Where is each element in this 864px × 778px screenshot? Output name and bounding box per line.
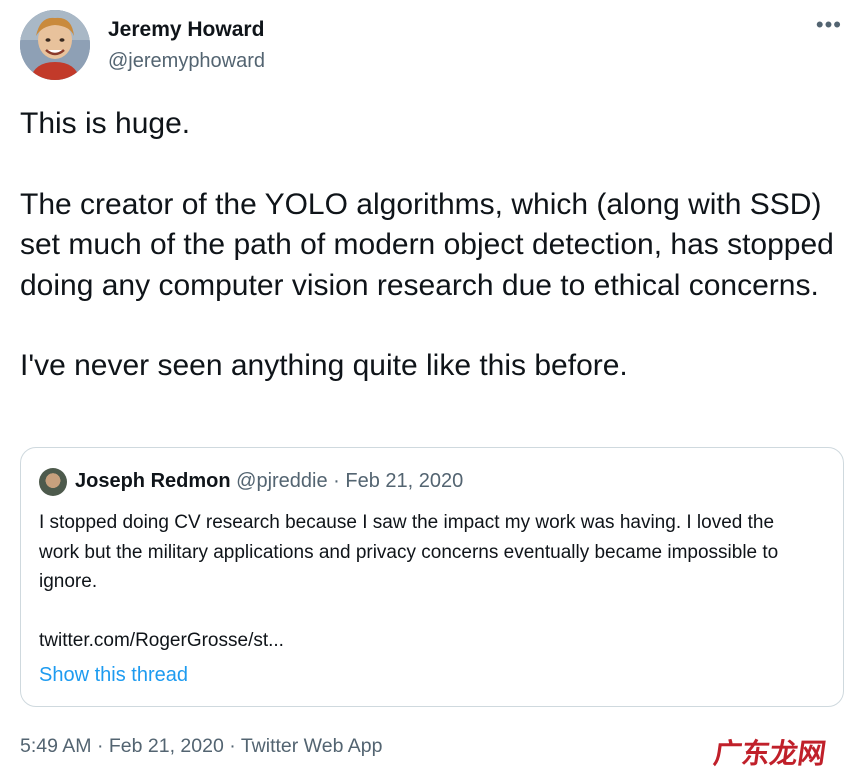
meta-separator: ·	[333, 470, 340, 492]
author-handle[interactable]: @jeremyphoward	[108, 50, 265, 73]
tweet-header: Jeremy Howard @jeremyphoward •••	[20, 10, 848, 82]
quoted-tweet-date: Feb 21, 2020	[345, 470, 464, 492]
tweet-paragraph: The creator of the YOLO algorithms, whic…	[20, 187, 834, 302]
watermark-logo: 广东龙网	[711, 737, 829, 770]
source-app[interactable]: Twitter Web App	[241, 735, 383, 757]
quoted-author-name: Joseph Redmon	[75, 470, 231, 492]
profile-photo-icon	[20, 10, 90, 80]
more-options-icon[interactable]: •••	[816, 12, 842, 38]
tweet-time[interactable]: 5:49 AM	[20, 735, 92, 757]
quoted-tweet-text: I stopped doing CV research because I sa…	[39, 512, 779, 592]
quoted-tweet-header: Joseph Redmon @pjreddie · Feb 21, 2020	[75, 470, 463, 493]
quoted-author-avatar	[39, 468, 67, 496]
quoted-author-handle: @pjreddie	[236, 470, 328, 492]
author-name[interactable]: Jeremy Howard	[108, 18, 264, 42]
quoted-tweet-card[interactable]: Joseph Redmon @pjreddie · Feb 21, 2020 I…	[20, 447, 844, 707]
quoted-tweet-body: I stopped doing CV research because I sa…	[39, 508, 819, 655]
quoted-tweet-link: twitter.com/RogerGrosse/st...	[39, 629, 284, 651]
tweet-paragraph: This is huge.	[20, 107, 191, 140]
show-thread-link[interactable]: Show this thread	[39, 664, 188, 687]
tweet-footer: 5:49 AM · Feb 21, 2020 · Twitter Web App	[20, 735, 382, 758]
tweet-date[interactable]: Feb 21, 2020	[109, 735, 224, 757]
tweet-paragraph: I've never seen anything quite like this…	[20, 349, 628, 382]
tweet-text: This is huge. The creator of the YOLO al…	[20, 104, 850, 387]
author-avatar[interactable]	[20, 10, 90, 80]
footer-separator: ·	[229, 735, 236, 757]
footer-separator: ·	[96, 735, 104, 757]
